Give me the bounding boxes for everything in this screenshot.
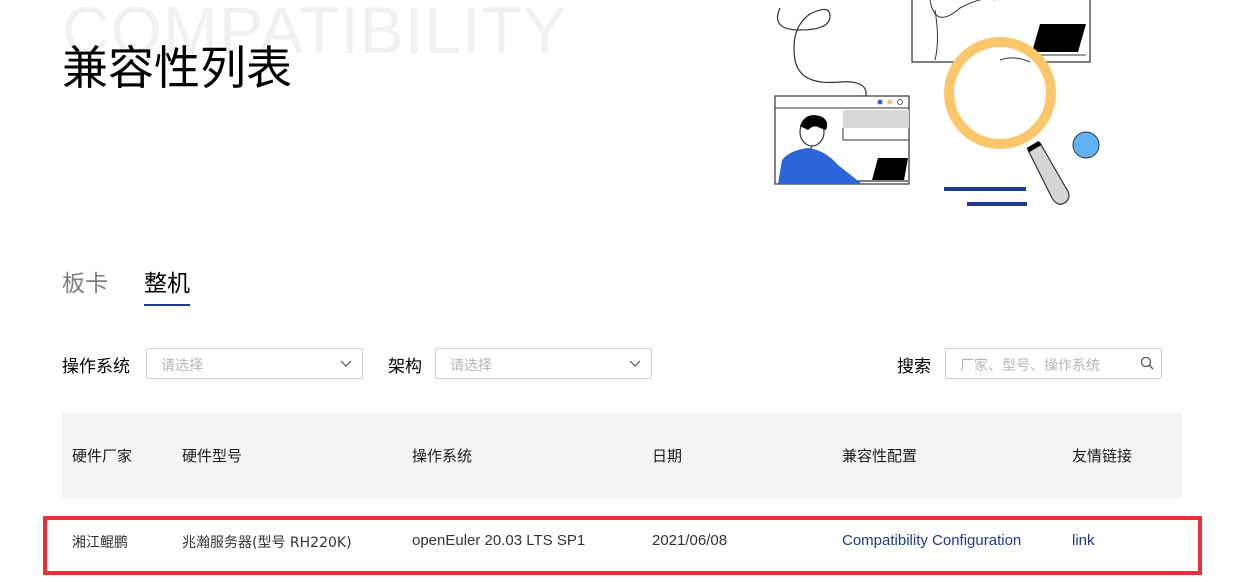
search-label: 搜索 bbox=[897, 357, 931, 377]
row-highlight-box bbox=[43, 516, 1202, 575]
hero-illustration bbox=[774, 0, 1100, 206]
page-title: 兼容性列表 bbox=[62, 41, 292, 95]
search-input[interactable]: 厂家、型号、操作系统 bbox=[945, 348, 1162, 379]
column-header-links: 友情链接 bbox=[1072, 447, 1133, 465]
column-header-model: 硬件型号 bbox=[182, 447, 243, 465]
chevron-down-icon bbox=[340, 360, 352, 367]
column-header-os: 操作系统 bbox=[412, 447, 473, 465]
tab-bar: 板卡 整机 bbox=[62, 264, 190, 306]
column-header-vendor: 硬件厂家 bbox=[72, 447, 133, 465]
os-select[interactable]: 请选择 bbox=[146, 348, 363, 379]
os-filter-label: 操作系统 bbox=[62, 357, 130, 377]
arch-select-placeholder: 请选择 bbox=[450, 358, 492, 374]
tab-whole-machine[interactable]: 整机 bbox=[144, 264, 190, 306]
arch-filter-label: 架构 bbox=[388, 357, 422, 377]
os-select-placeholder: 请选择 bbox=[161, 358, 203, 374]
tab-boards[interactable]: 板卡 bbox=[62, 264, 108, 306]
table-header: 硬件厂家 硬件型号 操作系统 日期 兼容性配置 友情链接 bbox=[62, 413, 1182, 498]
column-header-compat-config: 兼容性配置 bbox=[842, 447, 918, 465]
arch-select[interactable]: 请选择 bbox=[435, 348, 652, 379]
search-placeholder: 厂家、型号、操作系统 bbox=[960, 358, 1100, 374]
column-header-date: 日期 bbox=[652, 447, 683, 465]
search-icon[interactable] bbox=[1140, 356, 1154, 370]
chevron-down-icon bbox=[629, 360, 641, 367]
